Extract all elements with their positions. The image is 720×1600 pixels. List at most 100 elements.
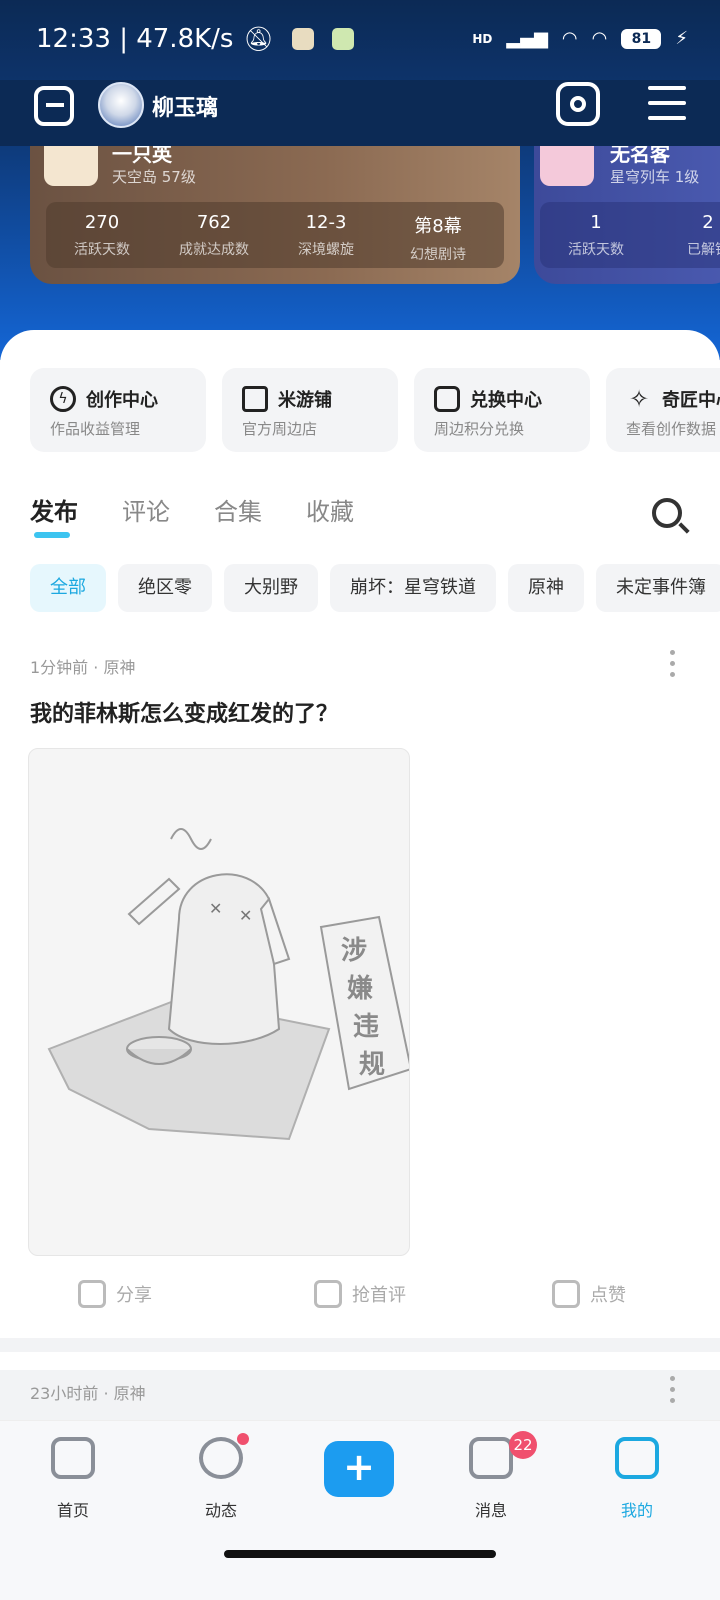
stat-item: 1 活跃天数 xyxy=(540,202,652,268)
stat-label: 深境螺旋 xyxy=(298,242,354,258)
search-icon[interactable] xyxy=(652,498,682,528)
avatar[interactable] xyxy=(98,82,144,128)
stat-item: 12-3 深境螺旋 xyxy=(270,202,382,268)
game-avatar xyxy=(540,146,594,186)
more-menu-icon[interactable] xyxy=(648,86,686,120)
signal-icon: ▂▄▆ xyxy=(506,28,548,49)
game-server-level: 星穹列车 1级 xyxy=(610,168,700,186)
nav-label: 消息 xyxy=(474,1501,507,1520)
shortcut-title: 创作中心 xyxy=(86,390,158,411)
create-post-button[interactable]: + xyxy=(324,1441,394,1497)
nav-profile[interactable]: 我的 xyxy=(592,1437,682,1521)
battery-level: 81 xyxy=(631,30,652,47)
shortcut-subtitle: 查看创作数据 xyxy=(626,420,717,438)
message-icon: 22 xyxy=(469,1431,537,1479)
filter-chip[interactable]: 绝区零 xyxy=(118,564,212,612)
post-actions: 分享 抢首评 点赞 xyxy=(0,1280,720,1320)
nav-label: 首页 xyxy=(56,1501,89,1520)
status-time-speed: 12:33 | 47.8K/s xyxy=(36,24,234,54)
stat-value: 第8幕 xyxy=(414,216,462,237)
shortcut-subtitle: 周边积分兑换 xyxy=(434,420,525,438)
message-count-badge: 22 xyxy=(509,1431,537,1459)
violation-illustration: ✕ ✕ 涉 嫌 违 规 xyxy=(47,828,409,1141)
game-stats: 1 活跃天数 2 已解锁 xyxy=(540,202,720,268)
svg-text:✕: ✕ xyxy=(239,906,252,925)
stat-value: 1 xyxy=(590,212,602,233)
shortcut-subtitle: 作品收益管理 xyxy=(50,420,141,438)
stat-value: 12-3 xyxy=(305,212,347,233)
more-options-icon[interactable] xyxy=(670,1376,676,1409)
wifi-icon: ◠ xyxy=(591,28,608,49)
side-menu-icon[interactable] xyxy=(34,86,74,126)
content-sheet: ϟ 创作中心 作品收益管理 米游铺 官方周边店 兑换中心 周边积分兑换 ✧ 奇匠… xyxy=(0,330,720,1403)
stat-value: 270 xyxy=(84,212,120,233)
thumbs-up-icon xyxy=(552,1280,580,1308)
content-tabs: 发布 评论 合集 收藏 xyxy=(30,492,354,538)
charging-icon: ⚡ xyxy=(675,28,688,49)
unread-dot xyxy=(237,1433,249,1445)
stat-label: 活跃天数 xyxy=(74,242,130,258)
nav-messages[interactable]: 22 消息 xyxy=(446,1431,537,1521)
wifi-icon: ◠ xyxy=(561,28,578,49)
share-icon xyxy=(78,1280,106,1308)
shop-icon xyxy=(434,386,460,412)
stat-item: 270 活跃天数 xyxy=(46,202,158,268)
stat-value: 2 xyxy=(702,212,714,233)
filter-chip[interactable]: 未定事件簿 xyxy=(596,564,720,612)
filter-chip-all[interactable]: 全部 xyxy=(30,564,106,612)
home-indicator[interactable] xyxy=(224,1550,496,1558)
username[interactable]: 柳玉璃 xyxy=(152,90,218,122)
violation-sign-char: 嫌 xyxy=(347,974,373,1004)
game-stats: 270 活跃天数 762 成就达成数 12-3 深境螺旋 第8幕 幻想剧诗 xyxy=(46,202,504,268)
violation-sign-char: 违 xyxy=(353,1012,379,1042)
nav-label: 动态 xyxy=(204,1501,237,1520)
post-meta: 23小时前 · 原神 xyxy=(30,1384,146,1403)
shortcut-subtitle: 官方周边店 xyxy=(242,420,318,438)
tab-publish[interactable]: 发布 xyxy=(30,492,78,538)
sparkle-icon: ✧ xyxy=(628,385,650,413)
stat-label: 成就达成数 xyxy=(179,242,249,258)
game-filter-chips: 全部 绝区零 大别野 崩坏：星穹铁道 原神 未定事件簿 xyxy=(30,564,720,612)
post-image-violation-placeholder[interactable]: ✕ ✕ 涉 嫌 违 规 xyxy=(28,748,410,1256)
game-server-level: 天空岛 57级 xyxy=(112,168,196,186)
shortcut-row: ϟ 创作中心 作品收益管理 米游铺 官方周边店 兑换中心 周边积分兑换 ✧ 奇匠… xyxy=(30,368,720,452)
tab-favorites[interactable]: 收藏 xyxy=(306,492,354,527)
lightning-icon: ϟ xyxy=(50,386,76,412)
bell-off-icon: 🔕︎ xyxy=(243,25,274,53)
post-card[interactable]: 1分钟前 · 原神 我的菲林斯怎么变成红发的了？ ✕ ✕ 涉 嫌 违 规 分享 … xyxy=(0,650,720,1340)
more-options-icon[interactable] xyxy=(670,650,676,683)
filter-chip[interactable]: 原神 xyxy=(508,564,584,612)
violation-sign-char: 规 xyxy=(359,1050,385,1080)
comment-button[interactable]: 抢首评 xyxy=(314,1280,406,1308)
comment-label: 抢首评 xyxy=(352,1285,406,1306)
post-title[interactable]: 我的菲林斯怎么变成红发的了？ xyxy=(30,696,338,728)
app-notification-icon xyxy=(331,28,354,50)
nav-feed[interactable]: 动态 xyxy=(176,1433,266,1521)
shortcut-creator-center[interactable]: ϟ 创作中心 作品收益管理 xyxy=(30,368,206,452)
settings-icon[interactable] xyxy=(556,82,600,126)
game-record-card[interactable]: 无名客 星穹列车 1级 1 活跃天数 2 已解锁 xyxy=(534,146,720,284)
shortcut-shop[interactable]: 米游铺 官方周边店 xyxy=(222,368,398,452)
like-button[interactable]: 点赞 xyxy=(552,1280,626,1308)
shortcut-artisan-center[interactable]: ✧ 奇匠中心 查看创作数据 xyxy=(606,368,720,452)
shortcut-exchange-center[interactable]: 兑换中心 周边积分兑换 xyxy=(414,368,590,452)
cart-icon xyxy=(242,386,268,412)
filter-chip[interactable]: 大别野 xyxy=(224,564,318,612)
game-character-name: 一只英 xyxy=(112,146,172,166)
stat-item: 762 成就达成数 xyxy=(158,202,270,268)
status-bar: 12:33 | 47.8K/s 🔕︎ HD ▂▄▆ ◠ ◠ 81 ⚡ xyxy=(0,0,720,80)
shortcut-title: 兑换中心 xyxy=(470,390,542,411)
violation-sign-char: 涉 xyxy=(341,936,367,966)
svg-text:✕: ✕ xyxy=(209,899,222,918)
game-record-card[interactable]: 一只英 天空岛 57级 270 活跃天数 762 成就达成数 12-3 深境螺旋… xyxy=(30,146,520,284)
share-button[interactable]: 分享 xyxy=(78,1280,152,1308)
filter-chip[interactable]: 崩坏：星穹铁道 xyxy=(330,564,496,612)
tab-collections[interactable]: 合集 xyxy=(214,492,262,527)
comment-icon xyxy=(314,1280,342,1308)
profile-icon xyxy=(615,1437,659,1479)
stat-value: 762 xyxy=(196,212,232,233)
game-character-name: 无名客 xyxy=(610,146,670,166)
tab-comments[interactable]: 评论 xyxy=(122,492,170,527)
hd-signal-label: HD xyxy=(472,31,493,46)
nav-home[interactable]: 首页 xyxy=(28,1437,118,1521)
